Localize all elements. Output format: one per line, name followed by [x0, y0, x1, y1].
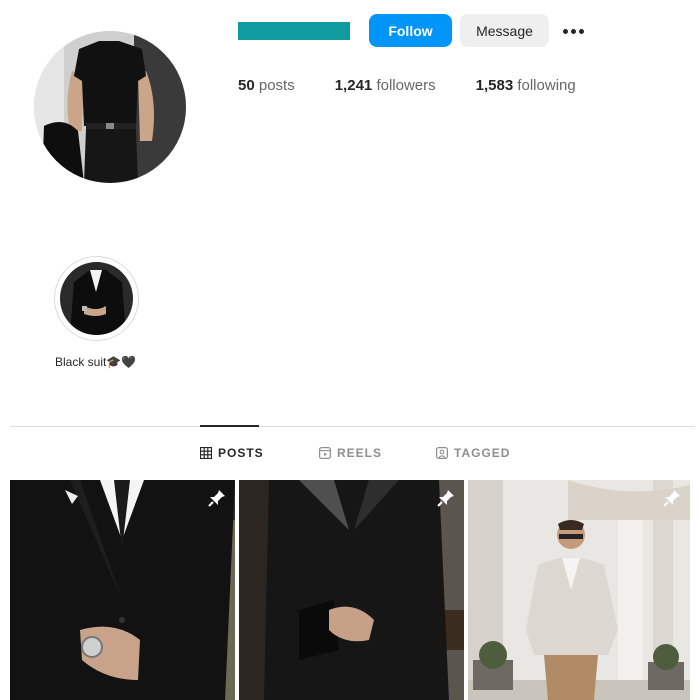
followers-label: followers	[376, 77, 436, 94]
reels-icon	[319, 447, 331, 459]
tab-tagged-label: TAGGED	[454, 446, 511, 460]
username-redacted	[238, 22, 350, 40]
stat-followers[interactable]: 1,241 followers	[335, 77, 436, 94]
tab-posts[interactable]: POSTS	[200, 446, 264, 460]
post-tile[interactable]	[239, 480, 464, 700]
tab-reels-label: REELS	[337, 446, 383, 460]
stat-posts: 50 posts	[238, 77, 295, 94]
post-image	[239, 480, 464, 700]
posts-label: posts	[258, 77, 295, 94]
post-image	[468, 480, 690, 700]
active-tab-indicator	[200, 425, 259, 427]
highlight-label: Black suit🎓🖤	[55, 355, 137, 369]
profile-stats: 50 posts 1,241 followers 1,583 following	[238, 77, 616, 94]
pin-icon	[437, 490, 454, 507]
post-image	[10, 480, 235, 700]
message-button[interactable]: Message	[460, 14, 549, 47]
stat-following[interactable]: 1,583 following	[476, 77, 576, 94]
story-highlight[interactable]	[54, 256, 139, 341]
post-tile[interactable]	[10, 480, 235, 700]
tabs-divider	[10, 426, 695, 427]
follow-button[interactable]: Follow	[369, 14, 452, 47]
profile-page: Follow Message 50 posts 1,241 followers …	[0, 0, 700, 700]
grid-icon	[200, 447, 212, 459]
followers-count: 1,241	[334, 77, 373, 94]
posts-count: 50	[238, 77, 255, 94]
following-count: 1,583	[475, 77, 514, 94]
following-label: following	[517, 77, 576, 94]
tab-reels[interactable]: REELS	[319, 446, 382, 460]
pin-icon	[663, 490, 680, 507]
tab-posts-label: POSTS	[218, 446, 264, 460]
profile-avatar[interactable]	[34, 31, 186, 183]
pin-icon	[208, 490, 225, 507]
tagged-icon	[436, 447, 448, 459]
tab-tagged[interactable]: TAGGED	[436, 446, 510, 460]
highlight-cover	[60, 262, 133, 335]
post-tile[interactable]	[468, 480, 690, 700]
more-horizontal-icon[interactable]	[557, 22, 589, 40]
